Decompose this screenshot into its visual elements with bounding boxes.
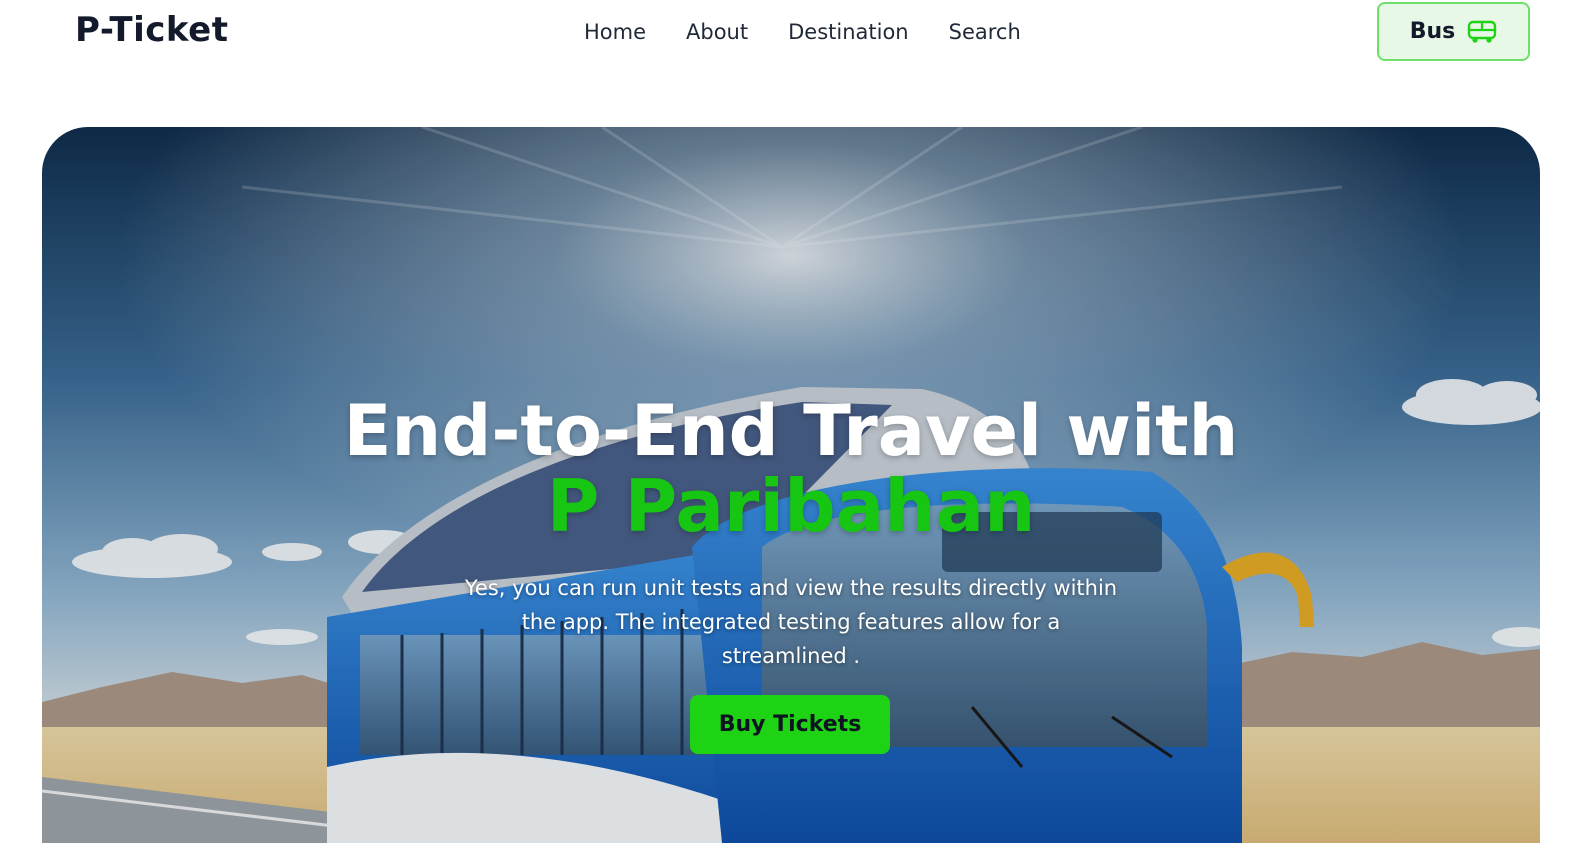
nav-link-search[interactable]: Search xyxy=(949,18,1021,46)
bus-button[interactable]: Bus xyxy=(1377,2,1530,61)
nav-link-about[interactable]: About xyxy=(686,18,748,46)
hero-content: End-to-End Travel with P Paribahan Yes, … xyxy=(42,393,1540,754)
hero-banner: End-to-End Travel with P Paribahan Yes, … xyxy=(42,127,1540,843)
hero-title: End-to-End Travel with P Paribahan xyxy=(42,393,1540,543)
site-logo[interactable]: P-Ticket xyxy=(75,10,228,50)
hero-description: Yes, you can run unit tests and view the… xyxy=(464,576,1118,668)
buy-tickets-button[interactable]: Buy Tickets xyxy=(690,695,890,754)
hero-title-line1: End-to-End Travel with xyxy=(343,390,1239,472)
main-nav: Home About Destination Search xyxy=(584,18,1061,46)
bus-button-label: Bus xyxy=(1409,19,1456,44)
nav-link-destination[interactable]: Destination xyxy=(788,18,909,46)
bus-icon xyxy=(1468,20,1497,43)
navbar: P-Ticket Home About Destination Search B… xyxy=(0,0,1590,66)
nav-link-home[interactable]: Home xyxy=(584,18,646,46)
hero-title-highlight: P Paribahan xyxy=(546,464,1036,548)
